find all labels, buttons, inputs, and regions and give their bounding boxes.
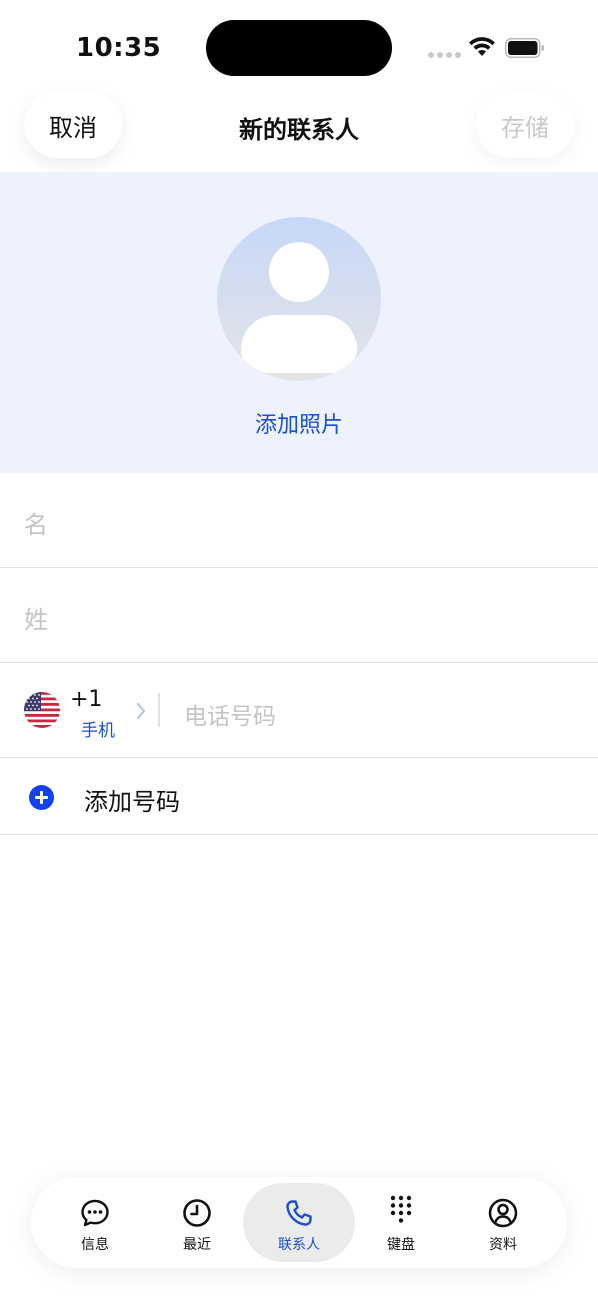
clock-icon [183, 1199, 211, 1227]
status-bar: 10:35 [0, 0, 598, 90]
phone-icon [286, 1200, 312, 1226]
avatar-placeholder-icon[interactable] [217, 217, 381, 381]
country-code[interactable]: +1 [70, 687, 102, 712]
add-number-label[interactable]: 添加号码 [84, 782, 180, 817]
tab-profile[interactable]: 资料 [447, 1183, 559, 1262]
profile-icon [488, 1198, 518, 1228]
tab-label: 键盘 [387, 1237, 415, 1253]
keypad-icon [390, 1195, 412, 1223]
tab-label: 资料 [489, 1237, 517, 1253]
save-button[interactable]: 存储 [476, 92, 574, 158]
tab-bar: 信息 最近 联系人 键盘 资料 [31, 1177, 567, 1268]
tab-recents[interactable]: 最近 [141, 1183, 253, 1262]
status-time: 10:35 [76, 33, 162, 63]
first-name-row[interactable]: 名 [0, 473, 598, 568]
divider [158, 693, 160, 727]
add-photo-link[interactable]: 添加照片 [0, 407, 598, 439]
tab-label: 信息 [81, 1237, 109, 1253]
dynamic-island [206, 20, 392, 76]
nav-bar: 取消 新的联系人 存储 [0, 92, 598, 160]
photo-header: 添加照片 [0, 172, 598, 473]
tab-label: 联系人 [278, 1237, 320, 1253]
phone-row: +1 手机 电话号码 [0, 663, 598, 758]
phone-number-field[interactable]: 电话号码 [184, 697, 276, 731]
battery-icon [505, 38, 544, 58]
avatar-head [269, 242, 329, 302]
plus-circle-icon[interactable] [29, 785, 54, 810]
cellular-signal-icon [428, 52, 461, 58]
tab-keypad[interactable]: 键盘 [345, 1183, 457, 1262]
add-number-row[interactable]: 添加号码 [0, 758, 598, 835]
tab-messages[interactable]: 信息 [39, 1183, 151, 1262]
first-name-field[interactable]: 名 [24, 505, 48, 540]
last-name-field[interactable]: 姓 [24, 600, 48, 635]
tab-contacts[interactable]: 联系人 [243, 1183, 355, 1262]
us-flag-icon[interactable] [24, 692, 60, 728]
last-name-row[interactable]: 姓 [0, 568, 598, 663]
message-bubble-icon [81, 1199, 109, 1227]
avatar-body [241, 315, 357, 373]
chevron-right-icon[interactable] [135, 701, 147, 721]
phone-type-label[interactable]: 手机 [81, 716, 115, 741]
tab-label: 最近 [183, 1237, 211, 1253]
wifi-icon [469, 37, 495, 56]
